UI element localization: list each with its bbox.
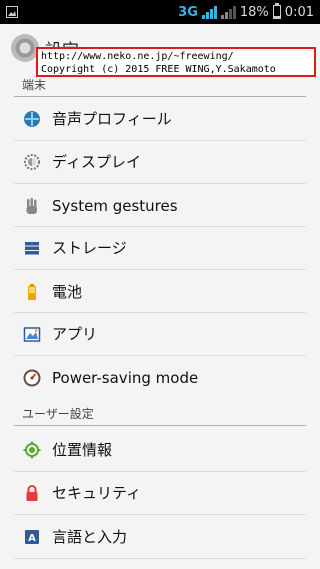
settings-item-label: 位置情報 (52, 441, 113, 459)
signal-icon (201, 5, 217, 19)
settings-item-system-gestures[interactable]: System gestures (0, 184, 320, 227)
overlay-url: http://www.neko.ne.jp/~freewing/ (41, 51, 234, 62)
settings-item-power-saving[interactable]: Power-saving mode (0, 356, 320, 399)
settings-item-label: Power-saving mode (52, 368, 199, 387)
battery-icon (272, 3, 281, 19)
settings-item-label: ディスプレイ (52, 153, 141, 171)
apps-icon (23, 325, 41, 343)
sound-profile-icon (23, 110, 41, 128)
battery-icon (23, 283, 41, 301)
image-notification-icon (6, 3, 18, 22)
settings-icon[interactable] (11, 34, 39, 62)
language-icon: A (23, 528, 41, 546)
settings-item-apps[interactable]: アプリ (0, 312, 320, 355)
settings-item-label: ストレージ (52, 239, 127, 257)
settings-item-label: System gestures (52, 196, 178, 215)
hand-gesture-icon (23, 197, 41, 215)
battery-percent: 18% (239, 4, 269, 20)
power-saving-icon (23, 369, 41, 387)
settings-item-label: セキュリティ (52, 484, 142, 502)
storage-icon (23, 239, 41, 257)
settings-item-display[interactable]: ディスプレイ (0, 140, 320, 183)
settings-item-sound-profile[interactable]: 音声プロフィール (0, 97, 320, 140)
settings-item-location[interactable]: 位置情報 (0, 428, 320, 471)
section-divider (14, 425, 306, 426)
clock: 0:01 (284, 4, 314, 20)
settings-item-label: 電池 (52, 283, 83, 301)
section-header-user-settings: ユーザー設定 (22, 406, 94, 421)
settings-item-label: アプリ (52, 325, 98, 343)
status-bar: 3G 18% 0:01 (0, 0, 320, 24)
row-divider (14, 558, 306, 559)
network-type: 3G (178, 4, 198, 20)
section-header-device: 端末 (22, 77, 47, 92)
lock-icon (23, 484, 41, 502)
settings-item-storage[interactable]: ストレージ (0, 226, 320, 269)
settings-item-language-input[interactable]: A 言語と入力 (0, 515, 320, 558)
svg-text:A: A (28, 533, 36, 544)
signal-icon (220, 5, 236, 19)
settings-item-security[interactable]: セキュリティ (0, 471, 320, 514)
settings-item-label: 音声プロフィール (52, 110, 172, 128)
settings-item-label: 言語と入力 (52, 528, 128, 546)
display-icon (23, 153, 41, 171)
location-icon (23, 441, 41, 459)
settings-item-battery[interactable]: 電池 (0, 270, 320, 313)
